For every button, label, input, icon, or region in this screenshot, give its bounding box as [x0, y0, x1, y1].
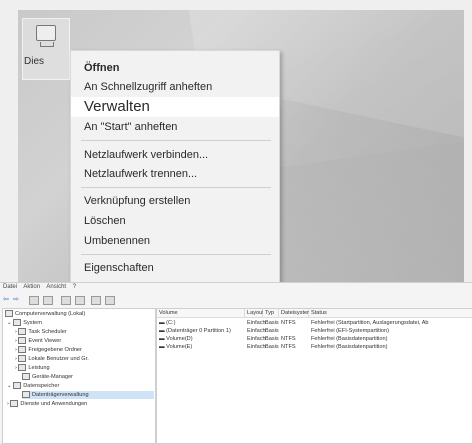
tree-item-device-manager[interactable]: Geräte-Manager	[22, 373, 73, 381]
tree-item-task-scheduler[interactable]: › Task Scheduler	[15, 328, 67, 336]
menu-item-properties[interactable]: Eigenschaften	[71, 260, 279, 276]
tree-item-event-viewer[interactable]: › Event Viewer	[15, 337, 61, 345]
menu-separator	[81, 254, 271, 255]
up-icon[interactable]	[29, 296, 39, 305]
tree-item-system[interactable]: ⌄ System	[7, 319, 42, 327]
menu-view[interactable]: Ansicht	[46, 284, 66, 290]
tree-item-disk-management[interactable]: Datenträgerverwaltung	[22, 391, 154, 399]
menu-separator	[81, 187, 271, 188]
table-row[interactable]: ▬ Volume(E)	[157, 343, 192, 351]
table-cell: Fehlerfrei (Startpartition, Auslagerungs…	[311, 320, 429, 326]
forward-icon[interactable]: ⇨	[13, 296, 21, 303]
table-cell: NTFS	[281, 320, 296, 326]
menu-file[interactable]: Datei	[3, 284, 17, 290]
menu-item-pin-quick-access[interactable]: An Schnellzugriff anheften	[71, 79, 279, 95]
tree-item-performance[interactable]: › Leistung	[15, 364, 50, 372]
refresh-icon[interactable]	[105, 296, 115, 305]
volume-table: Volume Layout Typ Dateisystem Status ▬ (…	[156, 308, 472, 444]
table-cell: Fehlerfrei (EFI-Systempartition)	[311, 328, 390, 334]
table-cell: Basis	[265, 320, 279, 326]
table-cell: Basis	[265, 344, 279, 350]
table-row[interactable]: ▬ Volume(D)	[157, 335, 193, 343]
tree-item-services-applications[interactable]: › Dienste und Anwendungen	[7, 400, 87, 408]
menu-item-map-network-drive[interactable]: Netzlaufwerk verbinden...	[71, 147, 279, 163]
help-icon[interactable]	[75, 296, 85, 305]
menu-item-delete[interactable]: Löschen	[71, 213, 279, 229]
tree-item-shared-folders[interactable]: › Freigegebene Ordner	[15, 346, 82, 354]
computer-management-window: Datei Aktion Ansicht ? ⇦ ⇨ Computerverwa…	[0, 282, 472, 444]
tree-item-computer-management[interactable]: Computerverwaltung (Lokal)	[5, 310, 85, 318]
table-cell: Fehlerfrei (Basisdatenpartition)	[311, 336, 388, 342]
export-icon[interactable]	[91, 296, 101, 305]
desktop-icon-label: Dies	[24, 56, 45, 67]
column-header-type[interactable]: Typ	[263, 309, 279, 317]
menu-item-disconnect-network-drive[interactable]: Netzlaufwerk trennen...	[71, 166, 279, 182]
table-row[interactable]: ▬ (C:)	[157, 319, 175, 327]
table-cell	[279, 327, 281, 335]
menu-action[interactable]: Aktion	[23, 284, 40, 290]
table-row[interactable]: ▬ (Datenträger 0 Partition 1)	[157, 327, 231, 335]
tree-item-local-users[interactable]: › Lokale Benutzer und Gr.	[15, 355, 89, 363]
menu-item-create-shortcut[interactable]: Verknüpfung erstellen	[71, 193, 279, 209]
menu-item-open[interactable]: Öffnen	[71, 60, 279, 76]
column-header-status[interactable]: Status	[309, 309, 472, 317]
properties-icon[interactable]	[61, 296, 71, 305]
menu-help[interactable]: ?	[73, 284, 76, 290]
menu-separator	[81, 140, 271, 141]
column-header-volume[interactable]: Volume	[157, 309, 245, 317]
table-cell: NTFS	[281, 344, 296, 350]
column-header-filesystem[interactable]: Dateisystem	[279, 309, 312, 317]
back-icon[interactable]: ⇦	[3, 296, 11, 303]
menu-item-rename[interactable]: Umbenennen	[71, 233, 279, 249]
table-cell: NTFS	[281, 336, 296, 342]
context-menu: Öffnen An Schnellzugriff anheften Verwal…	[70, 50, 280, 284]
navigation-tree: Computerverwaltung (Lokal) ⌄ System › Ta…	[2, 308, 156, 444]
table-cell: Basis	[265, 336, 279, 342]
toolbar: ⇦ ⇨	[3, 295, 463, 306]
computer-icon	[36, 25, 56, 41]
table-cell: Fehlerfrei (Basisdatenpartition)	[311, 344, 388, 350]
menu-item-pin-start[interactable]: An "Start" anheften	[71, 119, 279, 135]
menu-bar: Datei Aktion Ansicht ?	[3, 284, 81, 294]
this-pc-desktop-icon[interactable]	[22, 18, 70, 80]
tree-item-storage[interactable]: ⌄ Datenspeicher	[7, 382, 59, 390]
table-cell: Basis	[265, 328, 279, 334]
column-header-layout[interactable]: Layout	[245, 309, 264, 317]
show-hide-tree-icon[interactable]	[43, 296, 53, 305]
menu-item-manage[interactable]: Verwalten	[71, 97, 279, 117]
